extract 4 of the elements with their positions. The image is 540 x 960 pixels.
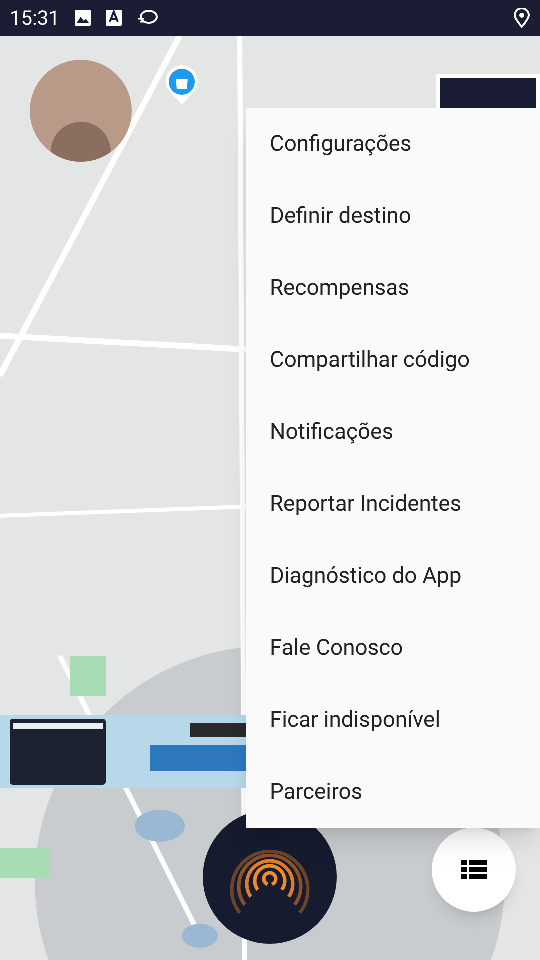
status-time: 15:31 — [10, 5, 60, 32]
location-icon — [514, 8, 530, 28]
image-icon — [74, 9, 92, 27]
font-icon — [106, 9, 122, 27]
